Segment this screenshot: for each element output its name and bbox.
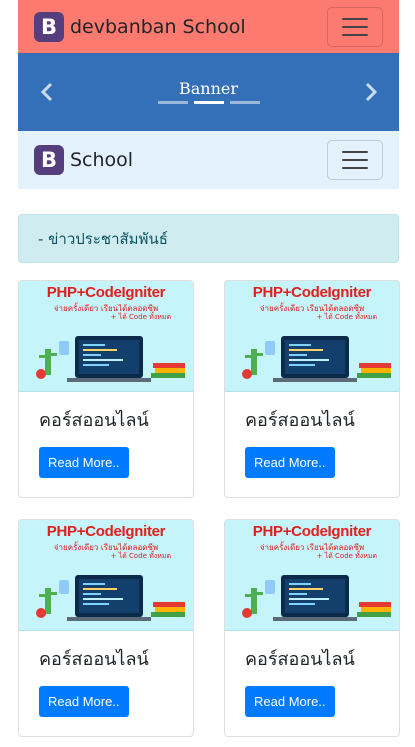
course-title: คอร์สออนไลน์ xyxy=(39,649,149,670)
read-more-button[interactable]: Read More.. xyxy=(245,686,335,717)
alert-text: - ข่าวประชาสัมพันธ์ xyxy=(38,229,168,248)
course-card: PHP+CodeIgniter จ่ายครั้งเดียว เรียนได้ต… xyxy=(18,519,194,737)
course-image: PHP+CodeIgniter จ่ายครั้งเดียว เรียนได้ต… xyxy=(19,520,193,631)
course-card: PHP+CodeIgniter จ่ายครั้งเดียว เรียนได้ต… xyxy=(224,280,400,498)
carousel-indicators xyxy=(18,101,399,104)
top-navbar: B devbanban School xyxy=(18,0,399,53)
read-more-button[interactable]: Read More.. xyxy=(39,686,129,717)
navbar-toggler-button[interactable] xyxy=(327,6,383,47)
banner-carousel: Banner xyxy=(18,53,399,131)
bootstrap-logo-icon[interactable]: B xyxy=(34,11,64,42)
course-title: คอร์สออนไลน์ xyxy=(245,649,355,670)
chevron-right-icon xyxy=(365,82,378,102)
navbar-brand[interactable]: devbanban School xyxy=(70,16,246,38)
carousel-caption: Banner xyxy=(178,79,239,98)
course-image: PHP+CodeIgniter จ่ายครั้งเดียว เรียนได้ต… xyxy=(19,281,193,392)
carousel-indicator[interactable] xyxy=(229,101,260,104)
laptop-code-illustration-icon xyxy=(36,575,185,621)
course-card: PHP+CodeIgniter จ่ายครั้งเดียว เรียนได้ต… xyxy=(224,519,400,737)
hamburger-icon xyxy=(342,151,368,153)
course-card: PHP+CodeIgniter จ่ายครั้งเดียว เรียนได้ต… xyxy=(18,280,194,498)
course-image: PHP+CodeIgniter จ่ายครั้งเดียว เรียนได้ต… xyxy=(225,520,399,631)
carousel-indicator-active[interactable] xyxy=(193,101,224,104)
secondary-navbar-toggler-button[interactable] xyxy=(327,140,383,180)
course-image: PHP+CodeIgniter จ่ายครั้งเดียว เรียนได้ต… xyxy=(225,281,399,392)
news-alert: - ข่าวประชาสัมพันธ์ xyxy=(18,214,399,263)
secondary-navbar: B School xyxy=(18,131,399,189)
carousel-next-button[interactable] xyxy=(361,80,381,104)
read-more-button[interactable]: Read More.. xyxy=(39,447,129,478)
course-title: คอร์สออนไลน์ xyxy=(39,410,149,431)
course-title: คอร์สออนไลน์ xyxy=(245,410,355,431)
laptop-code-illustration-icon xyxy=(36,336,185,382)
hamburger-icon xyxy=(342,17,368,20)
bootstrap-logo-icon[interactable]: B xyxy=(34,145,64,175)
laptop-code-illustration-icon xyxy=(242,575,391,621)
page-container: B devbanban School Banner B School - ข่า… xyxy=(18,0,399,263)
secondary-navbar-brand[interactable]: School xyxy=(70,149,133,171)
carousel-indicator[interactable] xyxy=(157,101,188,104)
read-more-button[interactable]: Read More.. xyxy=(245,447,335,478)
laptop-code-illustration-icon xyxy=(242,336,391,382)
